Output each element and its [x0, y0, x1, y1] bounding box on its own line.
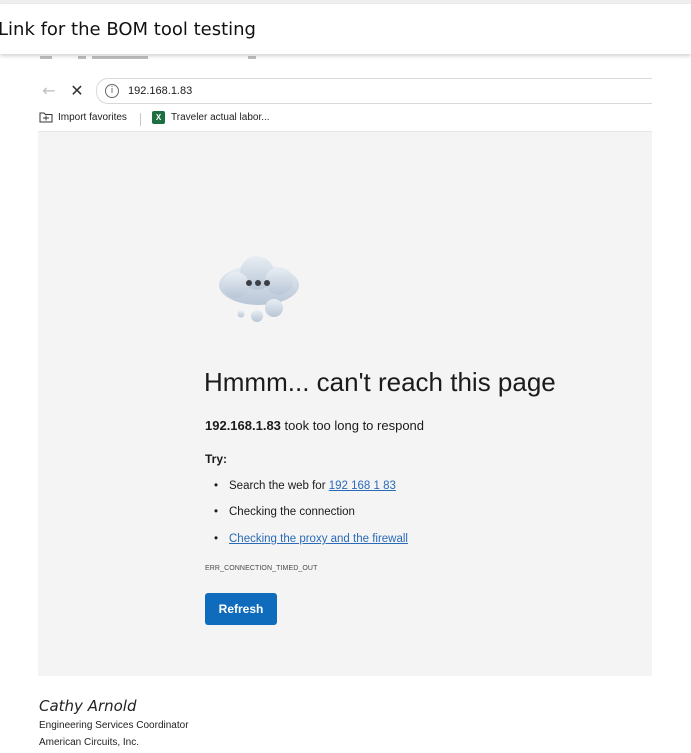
site-info-icon[interactable]: i — [105, 84, 119, 98]
message-subject: Link for the BOM tool testing — [0, 18, 256, 40]
error-host: 192.168.1.83 — [205, 418, 281, 433]
excel-icon: X — [152, 111, 165, 124]
signature-title: Engineering Services Coordinator — [39, 720, 189, 731]
error-message: 192.168.1.83 took too long to respond — [205, 418, 424, 433]
favorite-label: Import favorites — [58, 111, 127, 123]
browser-tab-strip — [38, 55, 652, 67]
suggestion-search-text: Search the web for — [229, 480, 329, 492]
tab-fragment — [92, 56, 148, 59]
bullet: • — [214, 506, 219, 518]
error-message-suffix: took too long to respond — [280, 418, 425, 433]
tab-fragment — [248, 56, 256, 59]
cloud-error-icon — [219, 256, 299, 322]
error-code: ERR_CONNECTION_TIMED_OUT — [205, 565, 318, 572]
address-bar[interactable]: i 192.168.1.83 — [96, 78, 652, 104]
favorite-traveler[interactable]: X Traveler actual labor... — [152, 111, 270, 124]
refresh-button[interactable]: Refresh — [205, 593, 277, 625]
favorite-label: Traveler actual labor... — [171, 112, 270, 123]
bullet: • — [214, 480, 219, 492]
suggestion-connection-text: Checking the connection — [229, 506, 355, 518]
bullet: • — [214, 533, 219, 545]
suggestion-proxy: • Checking the proxy and the firewall — [214, 533, 408, 545]
back-arrow-icon[interactable]: ← — [38, 79, 60, 101]
proxy-firewall-link[interactable]: Checking the proxy and the firewall — [229, 533, 408, 545]
favorites-bar: Import favorites X Traveler actual labor… — [38, 107, 652, 132]
search-web-link[interactable]: 192 168 1 83 — [329, 480, 396, 492]
error-title: Hmmm... can't reach this page — [204, 367, 556, 397]
favorites-divider — [140, 113, 141, 126]
suggestion-connection: • Checking the connection — [214, 506, 355, 518]
embedded-browser-screenshot: ← ✕ i 192.168.1.83 Import favorites X Tr… — [38, 55, 652, 676]
signature-company: American Circuits, Inc. — [39, 737, 140, 748]
try-heading: Try: — [205, 452, 228, 466]
signature-name: Cathy Arnold — [39, 697, 137, 715]
folder-icon — [39, 112, 53, 123]
address-url[interactable]: 192.168.1.83 — [128, 85, 192, 97]
message-subject-bar: Link for the BOM tool testing — [0, 4, 691, 54]
suggestion-search: • Search the web for 192 168 1 83 — [214, 480, 396, 492]
tab-fragment — [40, 56, 52, 59]
tab-fragment — [78, 56, 86, 59]
favorite-import[interactable]: Import favorites — [39, 111, 127, 123]
stop-loading-icon[interactable]: ✕ — [66, 79, 88, 101]
